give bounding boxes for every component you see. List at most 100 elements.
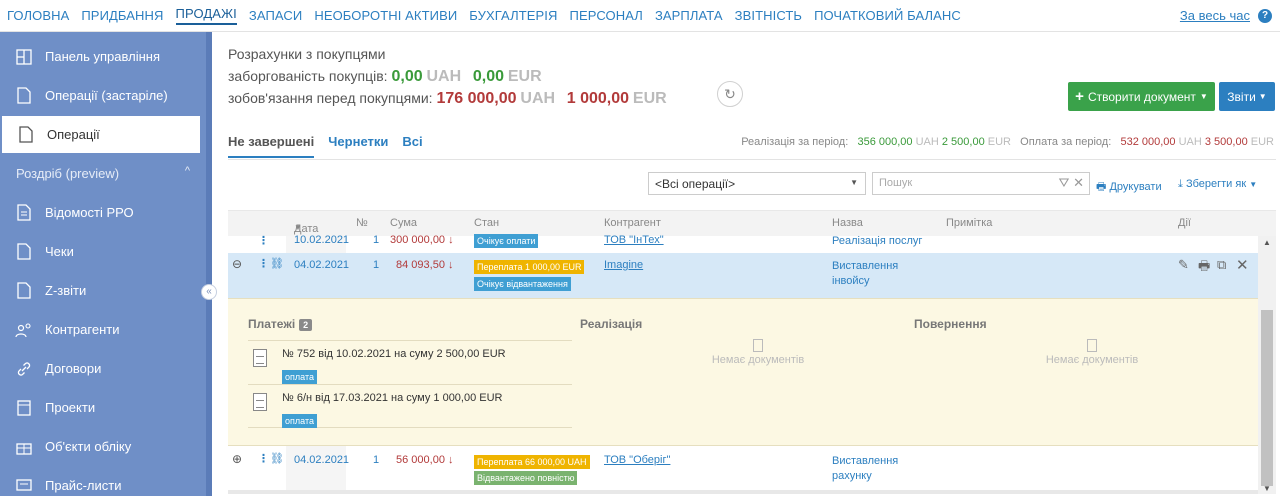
search-input[interactable]: Пошук ⛛ ✕ — [872, 172, 1090, 195]
row-name[interactable]: Виставлення інвойсу — [832, 259, 898, 289]
sidebar-item-operations-legacy[interactable]: Операції (застаріле) — [0, 77, 206, 114]
row-date[interactable]: 04.02.2021 — [294, 259, 349, 271]
sales-period-label: Реалізація за період: — [741, 136, 849, 148]
tab-incomplete[interactable]: Не завершені — [228, 134, 315, 158]
delete-icon[interactable]: ✕ — [1236, 256, 1249, 274]
arrow-down-icon: ↓ — [448, 259, 454, 271]
print-icon[interactable]: 🖶 — [1198, 257, 1210, 279]
row-date[interactable]: 04.02.2021 — [294, 454, 349, 466]
document-icon — [14, 281, 34, 301]
nav-home[interactable]: ГОЛОВНА — [7, 8, 69, 23]
status-badge: Очікує відвантаження — [474, 277, 571, 291]
row-date[interactable]: 10.02.2021 — [294, 234, 349, 246]
document-icon — [16, 125, 36, 145]
link-icon[interactable]: ⛓ — [270, 257, 284, 270]
sidebar-item-price-lists[interactable]: Прайс-листи — [0, 467, 206, 504]
col-name[interactable]: Назва — [832, 217, 863, 229]
collapse-row-icon[interactable]: ⊖ — [232, 257, 242, 271]
col-sum[interactable]: Сума — [390, 217, 417, 229]
sidebar-item-operations[interactable]: Операції — [2, 116, 200, 153]
row-counterparty[interactable]: ТОВ "ІнТех" — [604, 234, 664, 246]
nav-fixed-assets[interactable]: НЕОБОРОТНІ АКТИВИ — [314, 8, 457, 23]
currency-uah: UAH — [1178, 136, 1202, 148]
document-icon — [14, 86, 34, 106]
scroll-down-icon[interactable]: ▼ — [1263, 484, 1271, 493]
summary-title: Розрахунки з покупцями — [228, 46, 386, 62]
scroll-up-icon[interactable]: ▲ — [1263, 238, 1271, 247]
sidebar-item-contracts[interactable]: Договори — [0, 350, 206, 387]
col-status[interactable]: Стан — [474, 217, 499, 229]
gift-icon — [14, 437, 34, 457]
col-counterparty[interactable]: Контрагент — [604, 217, 661, 229]
nav-purchases[interactable]: ПРИДБАННЯ — [81, 8, 163, 23]
payment-item[interactable]: № 752 від 10.02.2021 на суму 2 500,00 EU… — [248, 340, 572, 384]
table-row[interactable]: ⋮ 10.02.2021 1 300 000,00 ↓ Очікує оплат… — [228, 234, 1264, 248]
row-menu-icon[interactable]: ⋮ — [258, 234, 269, 247]
clear-icon[interactable]: ✕ — [1073, 175, 1084, 190]
table-row-selected[interactable]: ⊖ ⋮ ⛓ 04.02.2021 1 84 093,50 ↓ Переплата… — [228, 253, 1258, 298]
customer-debt-label: заборгованість покупців: — [228, 68, 388, 84]
arrow-down-icon: ↓ — [448, 454, 454, 466]
sidebar-item-counterparties[interactable]: Контрагенти — [0, 311, 206, 348]
download-icon: ⤓ — [1178, 178, 1183, 190]
help-icon[interactable]: ? — [1258, 9, 1272, 23]
sidebar-item-projects[interactable]: Проекти — [0, 389, 206, 426]
reports-button[interactable]: Звіти ▼ — [1219, 82, 1275, 111]
sidebar-section-retail[interactable]: Роздріб (preview) ^ — [0, 155, 206, 192]
refresh-button[interactable]: ↻ — [717, 81, 743, 107]
main-content: Розрахунки з покупцями заборгованість по… — [212, 32, 1280, 496]
row-number: 1 — [373, 259, 380, 271]
document-icon — [253, 349, 267, 367]
table-row[interactable]: ⊕ ⋮ ⛓ 04.02.2021 1 56 000,00 ↓ Переплата… — [228, 450, 1264, 488]
caret-down-icon: ▼ — [1199, 92, 1208, 101]
nav-accounting[interactable]: БУХГАЛТЕРІЯ — [469, 8, 557, 23]
row-counterparty[interactable]: Imagine — [604, 259, 643, 271]
sidebar-item-accounting-objects[interactable]: Об'єкти обліку — [0, 428, 206, 465]
row-number: 1 — [373, 454, 380, 466]
nav-opening-balance[interactable]: ПОЧАТКОВИЙ БАЛАНС — [814, 8, 961, 23]
sidebar-item-dashboard[interactable]: Панель управління — [0, 38, 206, 75]
status-tabs: Не завершені Чернетки Всі — [228, 134, 437, 158]
payments-period-uah: 532 000,00 — [1120, 136, 1176, 148]
col-note[interactable]: Примітка — [946, 217, 992, 229]
nav-sales[interactable]: ПРОДАЖІ — [175, 6, 237, 25]
link-icon[interactable]: ⛓ — [270, 452, 284, 465]
row-name[interactable]: Реалізація послуг — [832, 234, 922, 248]
save-as-button[interactable]: ⤓ Зберегти як ▼ — [1178, 178, 1257, 191]
col-number[interactable]: № — [356, 217, 368, 229]
sales-period-eur: 2 500,00 — [941, 136, 985, 148]
filter-icon[interactable]: ⛛ — [1059, 175, 1070, 190]
copy-icon[interactable]: ⧉ — [1217, 257, 1226, 273]
row-menu-icon[interactable]: ⋮ — [258, 257, 269, 270]
print-button[interactable]: 🖶 Друкувати — [1096, 178, 1162, 197]
nav-reporting[interactable]: ЗВІТНІСТЬ — [735, 8, 802, 23]
scrollbar-thumb[interactable] — [1261, 310, 1273, 486]
tab-all[interactable]: Всі — [402, 134, 422, 158]
table-scrollbar[interactable]: ▲ ▼ — [1258, 236, 1276, 494]
nav-inventory[interactable]: ЗАПАСИ — [249, 8, 302, 23]
operations-filter-select[interactable]: <Всі операції> ▼ — [648, 172, 866, 195]
row-menu-icon[interactable]: ⋮ — [258, 452, 269, 465]
nav-personnel[interactable]: ПЕРСОНАЛ — [570, 8, 643, 23]
sidebar-item-label: Панель управління — [45, 49, 161, 64]
expand-row-icon[interactable]: ⊕ — [232, 452, 242, 466]
row-counterparty[interactable]: ТОВ "Оберіг" — [604, 454, 670, 466]
period-selector[interactable]: За весь час — [1180, 8, 1250, 23]
row-sum: 56 000,00 ↓ — [396, 454, 454, 466]
arrow-down-icon: ↓ — [448, 234, 454, 246]
sidebar-item-rro-statements[interactable]: Відомості РРО — [0, 194, 206, 231]
sidebar-item-z-reports[interactable]: Z-звіти — [0, 272, 206, 309]
caret-down-icon: ▼ — [1249, 180, 1258, 189]
period-stats: Реалізація за період: 356 000,00 UAH 2 5… — [741, 136, 1274, 148]
payment-item[interactable]: № 6/н від 17.03.2021 на суму 1 000,00 EU… — [248, 384, 572, 428]
payment-text[interactable]: № 6/н від 17.03.2021 на суму 1 000,00 EU… — [282, 392, 503, 404]
row-name[interactable]: Виставлення рахунку — [832, 454, 898, 484]
sidebar-item-receipts[interactable]: Чеки — [0, 233, 206, 270]
sales-header: Реалізація — [580, 317, 643, 331]
nav-salary[interactable]: ЗАРПЛАТА — [655, 8, 723, 23]
overpay-badge: Переплата 66 000,00 UAH — [474, 455, 590, 469]
payment-text[interactable]: № 752 від 10.02.2021 на суму 2 500,00 EU… — [282, 348, 506, 360]
edit-icon[interactable]: ✎ — [1178, 257, 1189, 273]
tab-drafts[interactable]: Чернетки — [328, 134, 388, 158]
create-document-button[interactable]: + Створити документ ▼ — [1068, 82, 1215, 111]
